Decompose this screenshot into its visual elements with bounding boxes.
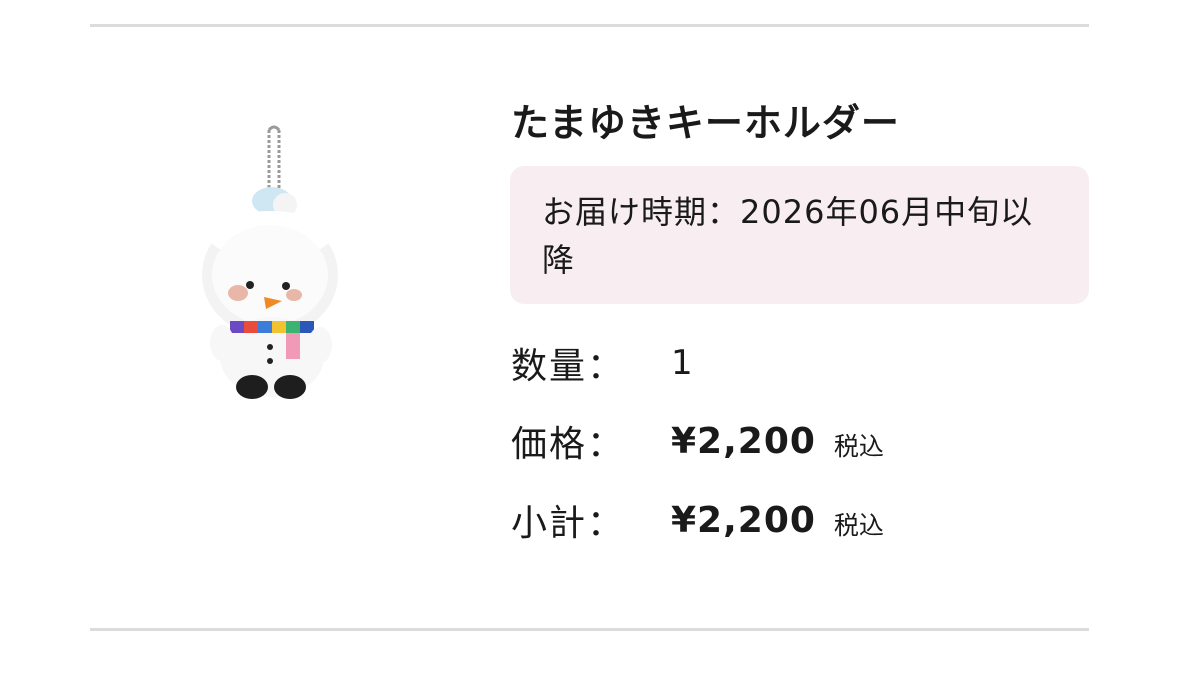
delivery-date-text: お届け時期：2026年06月中旬以降 [542, 193, 1034, 279]
price-label: 価格： [511, 424, 626, 465]
quantity-row: 数量： 1 [511, 337, 693, 389]
top-divider [90, 24, 1089, 27]
delivery-date-box: お届け時期：2026年06月中旬以降 [510, 166, 1089, 304]
product-image[interactable] [190, 125, 350, 405]
price-row: 価格： ¥2,200 税込 [511, 415, 884, 467]
subtotal-value: ¥2,200 [671, 499, 816, 541]
bottom-divider [90, 628, 1089, 631]
quantity-label: 数量： [511, 346, 626, 387]
price-value: ¥2,200 [671, 420, 816, 462]
quantity-value: 1 [671, 343, 693, 383]
product-title[interactable]: たまゆきキーホルダー [511, 92, 900, 147]
subtotal-tax-label: 税込 [833, 511, 884, 540]
subtotal-row: 小計： ¥2,200 税込 [511, 494, 884, 546]
snowman-keychain-image [202, 125, 338, 399]
subtotal-label: 小計： [511, 503, 626, 544]
price-tax-label: 税込 [833, 432, 884, 461]
